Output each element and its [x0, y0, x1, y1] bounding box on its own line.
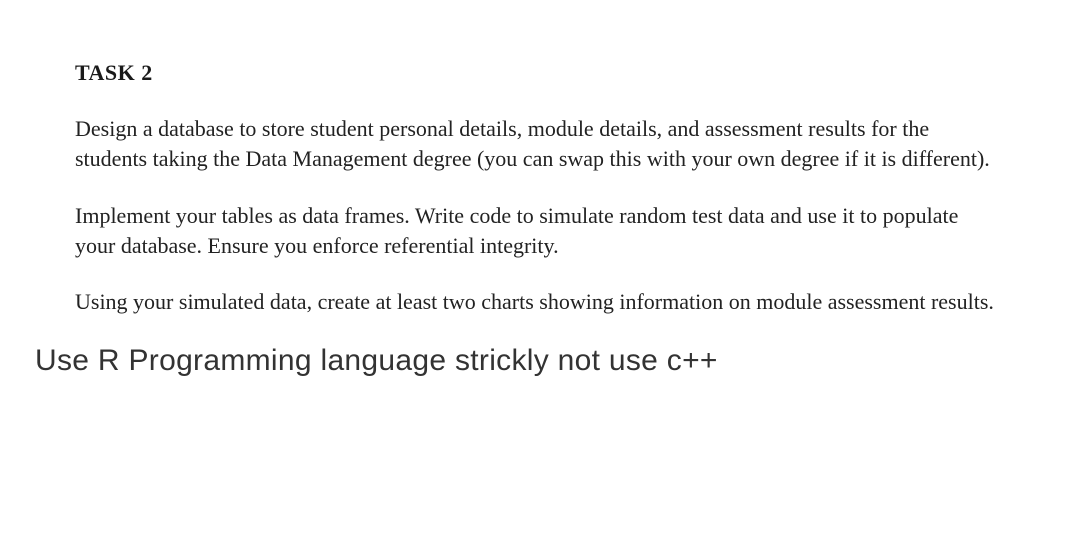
- task-heading: TASK 2: [75, 60, 1005, 86]
- task-paragraph: Using your simulated data, create at lea…: [75, 287, 995, 317]
- task-paragraph: Design a database to store student perso…: [75, 114, 995, 175]
- language-instruction: Use R Programming language strickly not …: [35, 344, 1005, 378]
- task-paragraph: Implement your tables as data frames. Wr…: [75, 201, 995, 262]
